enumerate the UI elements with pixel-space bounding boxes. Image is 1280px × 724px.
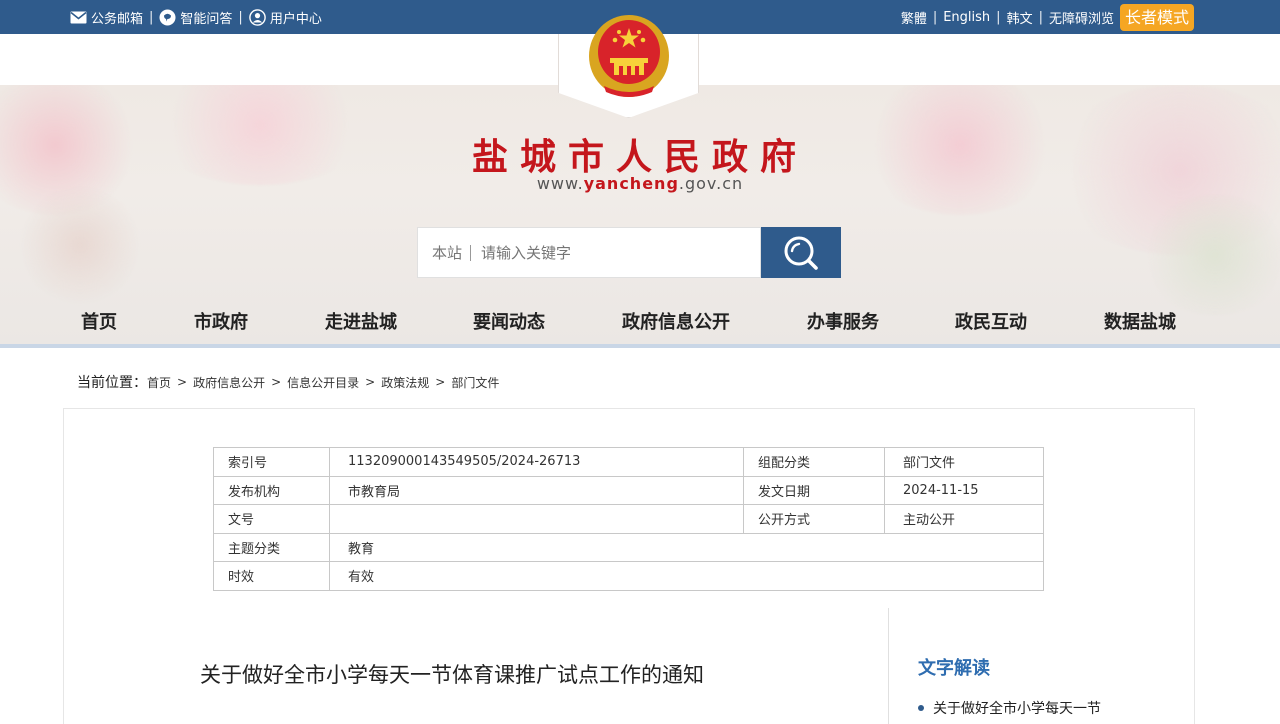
breadcrumb: 当前位置： 首页 > 政府信息公开 > 信息公开目录 > 政策法规 > 部门文件 — [77, 372, 499, 392]
meta-issuer-value: 市教育局 — [329, 475, 744, 505]
breadcrumb-item-directory[interactable]: 信息公开目录 — [287, 374, 359, 391]
traditional-chinese-link[interactable]: 繁體 — [901, 8, 927, 27]
meta-category-label: 组配分类 — [743, 447, 885, 477]
search-bar: 本站 — [417, 227, 841, 278]
elder-mode-button[interactable]: 长者模式 — [1119, 3, 1194, 31]
separator: | — [932, 9, 938, 25]
search-icon — [784, 236, 818, 270]
meta-topic-label: 主题分类 — [213, 532, 330, 562]
nav-services[interactable]: 办事服务 — [807, 308, 879, 334]
breadcrumb-item-info-disclosure[interactable]: 政府信息公开 — [193, 374, 265, 391]
site-url: www.yancheng.gov.cn — [0, 174, 1280, 193]
search-input[interactable] — [481, 243, 732, 262]
accessibility-link[interactable]: 无障碍浏览 — [1049, 8, 1114, 27]
meta-public-value: 主动公开 — [884, 504, 1044, 534]
meta-date-value: 2024-11-15 — [884, 475, 1044, 505]
table-row: 时效 有效 — [213, 561, 1044, 591]
separator: | — [238, 9, 243, 25]
breadcrumb-item-home[interactable]: 首页 — [147, 374, 171, 391]
document-title: 关于做好全市小学每天一节体育课推广试点工作的通知 — [200, 663, 704, 687]
meta-docno-value — [329, 504, 744, 534]
table-row: 发布机构 市教育局 发文日期 2024-11-15 — [213, 475, 1044, 505]
breadcrumb-item-policies[interactable]: 政策法规 — [381, 374, 429, 391]
nav-city-government[interactable]: 市政府 — [194, 308, 248, 334]
national-emblem-icon — [589, 15, 669, 97]
breadcrumb-item-department-docs[interactable]: 部门文件 — [451, 374, 499, 391]
separator: | — [149, 9, 154, 25]
sidebar-heading: 文字解读 — [918, 658, 990, 679]
content-sidebar-divider — [888, 608, 889, 724]
search-box: 本站 — [417, 227, 761, 278]
user-center-link[interactable]: 用户中心 — [249, 8, 322, 27]
table-row: 文号 公开方式 主动公开 — [213, 504, 1044, 534]
meta-index-value: 113209000143549505/2024-26713 — [329, 447, 744, 477]
mail-icon — [70, 11, 87, 23]
search-scope[interactable]: 本站 — [432, 244, 472, 261]
smart-qa-label: 智能问答 — [180, 11, 233, 27]
breadcrumb-arrow: > — [435, 375, 446, 389]
nav-about-yancheng[interactable]: 走进盐城 — [325, 308, 397, 334]
site-url-prefix: www. — [536, 174, 584, 193]
breadcrumb-arrow: > — [271, 375, 282, 389]
meta-validity-label: 时效 — [213, 561, 330, 591]
meta-index-label: 索引号 — [213, 447, 330, 477]
table-row: 索引号 113209000143549505/2024-26713 组配分类 部… — [213, 447, 1044, 477]
sidebar-item[interactable]: 关于做好全市小学每天一节 — [918, 698, 1101, 718]
breadcrumb-arrow: > — [177, 375, 188, 389]
site-title: 盐城市人民政府 — [471, 136, 808, 178]
top-bar-left: 公务邮箱 | 智能问答 | 用户中心 — [70, 0, 322, 34]
breadcrumb-arrow: > — [365, 375, 376, 389]
separator: | — [1038, 9, 1043, 25]
user-center-label: 用户中心 — [269, 11, 322, 27]
smart-qa-link[interactable]: 智能问答 — [159, 8, 232, 27]
meta-public-label: 公开方式 — [743, 504, 885, 534]
meta-category-value: 部门文件 — [884, 447, 1044, 477]
top-bar-right: 繁體 | English | 韩文 | 无障碍浏览 长者模式 — [901, 0, 1194, 34]
main-nav: 首页 市政府 走进盐城 要闻动态 政府信息公开 办事服务 政民互动 数据盐城 — [0, 296, 1280, 346]
official-mail-label: 公务邮箱 — [91, 11, 144, 27]
official-mail-link[interactable]: 公务邮箱 — [70, 8, 143, 27]
user-icon — [249, 8, 266, 26]
nav-info-disclosure[interactable]: 政府信息公开 — [622, 308, 730, 334]
nav-home[interactable]: 首页 — [81, 308, 117, 334]
nav-divider — [0, 344, 1280, 348]
english-link[interactable]: English — [943, 10, 990, 25]
bullet-icon — [918, 705, 924, 711]
table-row: 主题分类 教育 — [213, 532, 1044, 562]
nav-interaction[interactable]: 政民互动 — [955, 308, 1027, 334]
nav-data-yancheng[interactable]: 数据盐城 — [1104, 308, 1176, 334]
breadcrumb-label: 当前位置： — [77, 375, 147, 391]
sidebar-item-label: 关于做好全市小学每天一节 — [933, 701, 1101, 717]
meta-topic-value: 教育 — [329, 532, 1044, 562]
search-button[interactable] — [761, 227, 841, 278]
document-meta-table: 索引号 113209000143549505/2024-26713 组配分类 部… — [213, 447, 1044, 591]
meta-date-label: 发文日期 — [743, 475, 885, 505]
separator: | — [996, 9, 1001, 25]
meta-docno-label: 文号 — [213, 504, 330, 534]
korean-link[interactable]: 韩文 — [1007, 8, 1033, 27]
meta-issuer-label: 发布机构 — [213, 475, 330, 505]
site-url-highlight: yancheng — [583, 174, 679, 193]
chat-icon — [159, 9, 176, 25]
nav-news[interactable]: 要闻动态 — [473, 308, 545, 334]
site-url-suffix: .gov.cn — [678, 174, 744, 193]
meta-validity-value: 有效 — [329, 561, 1044, 591]
